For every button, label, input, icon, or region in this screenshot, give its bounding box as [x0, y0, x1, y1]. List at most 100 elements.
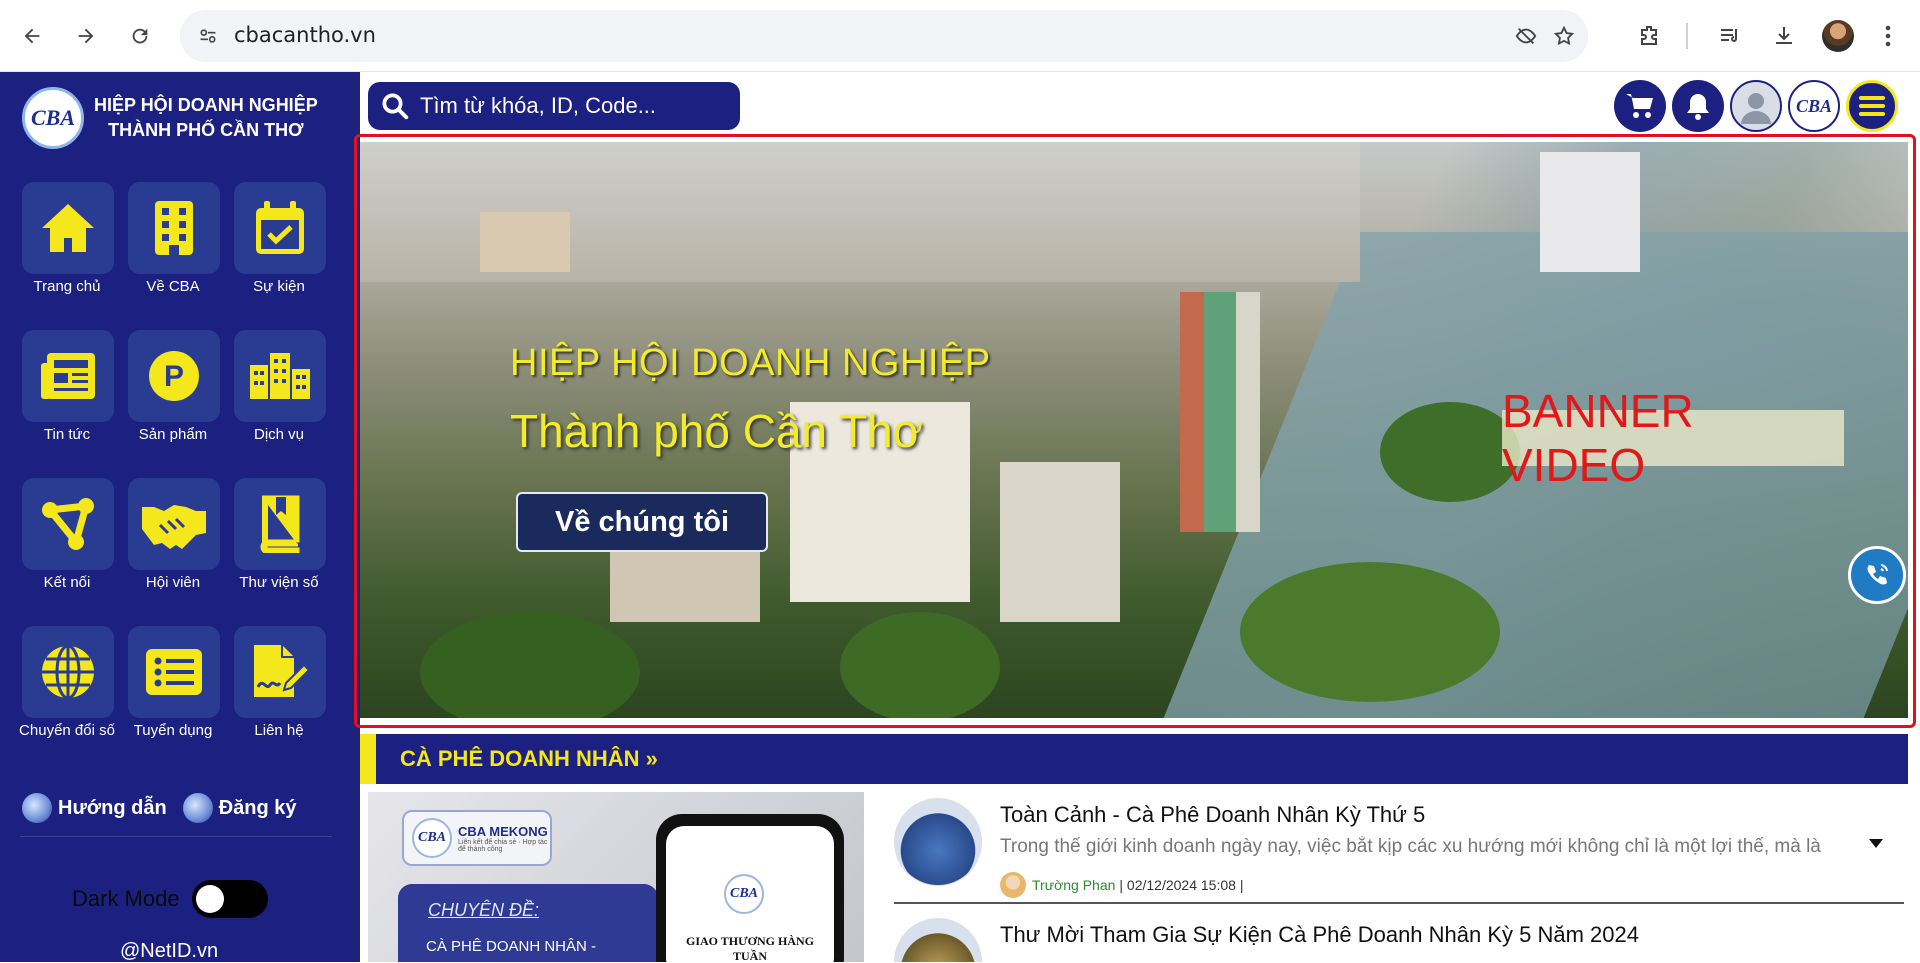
- guide-label: Hướng dẫn: [58, 796, 167, 819]
- footer-credit[interactable]: @NetID.vn: [120, 940, 218, 963]
- search-icon: [382, 93, 409, 120]
- cart-icon: [1626, 94, 1653, 118]
- cba-logo-button[interactable]: CBA: [1788, 80, 1840, 132]
- menu-button[interactable]: [1846, 80, 1898, 132]
- sidebar-item-news[interactable]: [22, 330, 114, 422]
- register-link[interactable]: Đăng ký: [182, 793, 297, 823]
- news-title[interactable]: Toàn Cảnh - Cà Phê Doanh Nhân Kỳ Thứ 5: [1000, 802, 1425, 828]
- handshake-icon: [142, 505, 206, 549]
- sidebar-item-library[interactable]: [234, 478, 326, 570]
- news-thumbnail[interactable]: [894, 798, 982, 886]
- badge-subtitle: Liên kết để chia sẻ · Hợp tác để thành c…: [458, 838, 548, 853]
- sidebar-divider: [20, 836, 332, 837]
- org-logo-link[interactable]: CBA HIỆP HỘI DOANH NGHIỆP THÀNH PHỐ CẦN …: [22, 86, 332, 150]
- promo-topic-text: CÀ PHÊ DOANH NHÂN -: [426, 938, 597, 955]
- sidebar-item-about[interactable]: [128, 182, 220, 274]
- news-item[interactable]: Toàn Cảnh - Cà Phê Doanh Nhân Kỳ Thứ 5 T…: [894, 798, 1904, 898]
- sidebar-item-label: Liên hệ: [254, 722, 304, 739]
- eye-off-icon[interactable]: [1512, 22, 1540, 50]
- sidebar-item-label: Thư viện số: [239, 574, 319, 591]
- more-vert-icon[interactable]: [1870, 18, 1906, 54]
- arrow-left-icon: [24, 28, 40, 44]
- promo-image[interactable]: CBA CBA MEKONG Liên kết để chia sẻ · Hợp…: [368, 792, 864, 962]
- media-controls-icon[interactable]: [1712, 18, 1748, 54]
- org-name-line1: HIỆP HỘI DOANH NGHIỆP: [94, 95, 318, 115]
- author-avatar: [1000, 872, 1026, 898]
- sidebar-item-contact[interactable]: [234, 626, 326, 718]
- sidebar-item-digital[interactable]: [22, 626, 114, 718]
- building-icon: [155, 201, 193, 255]
- sidebar-item-services[interactable]: [234, 330, 326, 422]
- sidebar-item-recruitment[interactable]: [128, 626, 220, 718]
- user-button[interactable]: [1730, 80, 1782, 132]
- sidebar-item-home[interactable]: [22, 182, 114, 274]
- newspaper-icon: [41, 353, 95, 399]
- search-input[interactable]: Tìm từ khóa, ID, Code...: [368, 82, 740, 130]
- promo-topic: CHUYÊN ĐỀ:: [428, 900, 540, 920]
- browser-toolbar: cbacantho.vn: [0, 0, 1920, 72]
- cba-mekong-badge: CBA CBA MEKONG Liên kết để chia sẻ · Hợp…: [402, 810, 552, 866]
- arrow-right-icon: [78, 28, 94, 44]
- extensions-icon[interactable]: [1632, 18, 1668, 54]
- product-p-icon: P: [149, 351, 199, 401]
- dark-mode-label: Dark Mode: [72, 886, 180, 911]
- phone-caption: GIAO THƯƠNG HÀNG TUẦN: [685, 934, 814, 962]
- sidebar-item-members[interactable]: [128, 478, 220, 570]
- home-icon: [42, 204, 94, 252]
- cba-logo: CBA: [22, 87, 84, 149]
- search-placeholder: Tìm từ khóa, ID, Code...: [420, 93, 657, 118]
- news-thumbnail[interactable]: [894, 918, 982, 962]
- sidebar: CBA HIỆP HỘI DOANH NGHIỆP THÀNH PHỐ CẦN …: [0, 72, 352, 962]
- toolbar-divider: [1686, 23, 1688, 49]
- news-date: | 02/12/2024 15:08 |: [1119, 877, 1244, 893]
- address-bar[interactable]: cbacantho.vn: [180, 10, 1588, 62]
- list-icon: [146, 649, 202, 695]
- sidebar-item-label: Dịch vụ: [253, 426, 305, 443]
- banner-highlight-frame: [354, 134, 1916, 728]
- sidebar-item-connect[interactable]: [22, 478, 114, 570]
- news-title[interactable]: Thư Mời Tham Gia Sự Kiện Cà Phê Doanh Nh…: [1000, 922, 1639, 948]
- city-icon: [250, 353, 310, 399]
- reload-icon: [132, 28, 148, 44]
- network-icon: [42, 498, 94, 550]
- star-icon[interactable]: [1550, 22, 1578, 50]
- news-meta: Trường Phan | 02/12/2024 15:08 |: [1000, 872, 1243, 898]
- help-links: Hướng dẫn Đăng ký: [22, 790, 332, 826]
- site-settings-icon[interactable]: [194, 22, 222, 50]
- chevron-down-icon[interactable]: [1868, 836, 1884, 854]
- sidebar-item-label: Sự kiện: [253, 278, 305, 295]
- calendar-check-icon: [256, 201, 304, 254]
- back-button[interactable]: [14, 18, 50, 54]
- notifications-button[interactable]: [1672, 80, 1724, 132]
- menu-icon: [1859, 96, 1885, 116]
- book-icon: [260, 495, 300, 553]
- news-excerpt: Trong thế giới kinh doanh ngày nay, việc…: [1000, 836, 1821, 857]
- cba-logo: CBA: [1795, 95, 1833, 116]
- section-header[interactable]: CÀ PHÊ DOANH NHÂN »: [360, 734, 1908, 784]
- url-text[interactable]: cbacantho.vn: [234, 23, 376, 47]
- guide-globe-icon: [22, 793, 52, 823]
- svg-text:P: P: [164, 360, 184, 393]
- guide-link[interactable]: Hướng dẫn: [22, 793, 167, 823]
- user-icon: [1741, 93, 1771, 124]
- org-name: HIỆP HỘI DOANH NGHIỆP THÀNH PHỐ CẦN THƠ: [94, 93, 318, 143]
- dark-mode-toggle[interactable]: [191, 880, 268, 918]
- badge-title: CBA MEKONG: [458, 823, 548, 839]
- cart-button[interactable]: [1614, 80, 1666, 132]
- org-name-line2: THÀNH PHỐ CẦN THƠ: [108, 120, 304, 140]
- reload-button[interactable]: [122, 18, 158, 54]
- news-item[interactable]: Thư Mời Tham Gia Sự Kiện Cà Phê Doanh Nh…: [894, 918, 1904, 962]
- sidebar-item-events[interactable]: [234, 182, 326, 274]
- profile-avatar[interactable]: [1822, 20, 1854, 52]
- download-icon[interactable]: [1766, 18, 1802, 54]
- page: CBA HIỆP HỘI DOANH NGHIỆP THÀNH PHỐ CẦN …: [0, 72, 1920, 962]
- forward-button[interactable]: [68, 18, 104, 54]
- sidebar-item-products[interactable]: P: [128, 330, 220, 422]
- top-bar: Tìm từ khóa, ID, Code... CBA: [360, 72, 1920, 138]
- cba-logo: CBA: [724, 874, 764, 914]
- main-content: Tìm từ khóa, ID, Code... CBA HIỆP HỘI DO…: [354, 72, 1920, 962]
- signature-icon: [254, 645, 310, 697]
- cba-logo: CBA: [412, 818, 452, 858]
- dark-mode-row: Dark Mode: [72, 880, 268, 918]
- news-author[interactable]: Trường Phan: [1032, 877, 1115, 893]
